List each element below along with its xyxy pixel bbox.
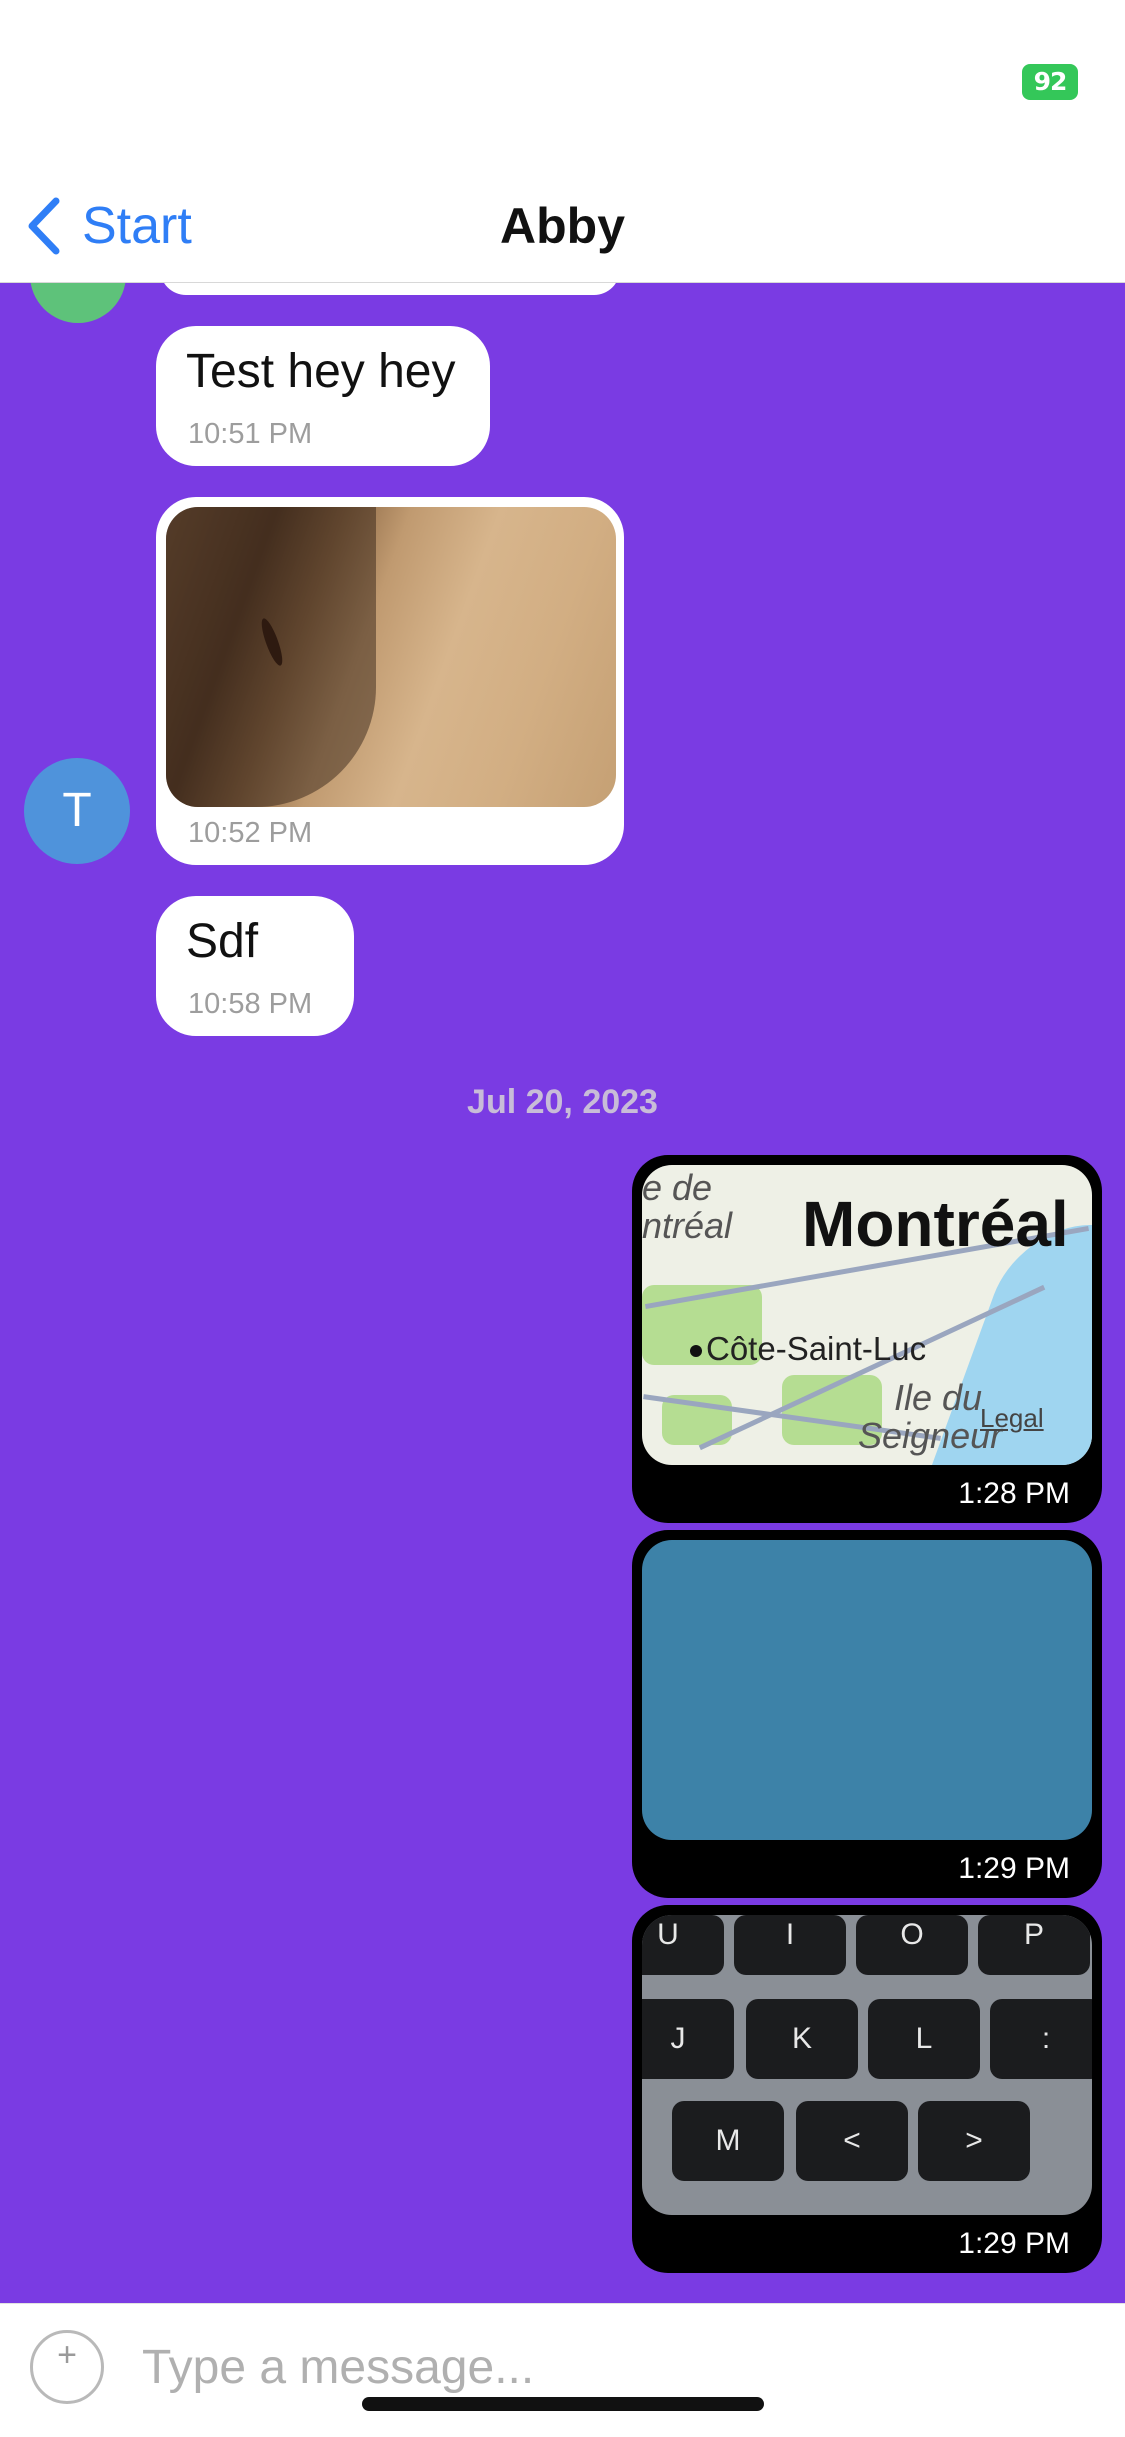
wood-photo[interactable] [166, 507, 616, 807]
plus-icon: + [57, 2336, 77, 2374]
message-time: 1:29 PM [958, 2227, 1070, 2260]
add-attachment-button[interactable]: + [30, 2330, 104, 2404]
keyboard-key: P [978, 1915, 1090, 1975]
photo[interactable] [642, 1540, 1092, 1840]
keyboard-key: U [642, 1915, 724, 1975]
message-time: 10:52 PM [188, 817, 313, 849]
outgoing-photo-bubble[interactable]: 1:29 PM [632, 1530, 1102, 1898]
conversation-title: Abby [500, 198, 625, 254]
home-indicator [362, 2397, 764, 2411]
keyboard-key: : [990, 1999, 1092, 2079]
message-list[interactable]: Test hey hey 10:51 PM 10:52 PM T Sdf 10:… [0, 283, 1125, 2303]
status-bar: 92 [0, 0, 1125, 170]
keyboard-key: < [796, 2101, 908, 2181]
map-label: Ile du [894, 1377, 983, 1418]
keyboard-key: M [672, 2101, 784, 2181]
message-text: Sdf [186, 915, 259, 968]
outgoing-map-bubble[interactable]: e de ntréal Montréal Côte-Saint-Luc Ile … [632, 1155, 1102, 1523]
keyboard-key: J [642, 1999, 734, 2079]
message-time: 1:28 PM [958, 1477, 1070, 1510]
keyboard-key: I [734, 1915, 846, 1975]
avatar[interactable]: T [24, 758, 130, 864]
map-legal-link[interactable]: Legal [980, 1403, 1044, 1434]
map-label: e de [642, 1167, 713, 1208]
map-location-dot [690, 1345, 702, 1357]
map-label: Côte-Saint-Luc [706, 1330, 927, 1367]
outgoing-photo-bubble[interactable]: U I O P J K L : M < > 1:29 PM [632, 1905, 1102, 2273]
message-composer: + [0, 2303, 1125, 2437]
message-time: 10:51 PM [188, 418, 313, 450]
photo-shadow [166, 507, 376, 807]
photo-message-bubble[interactable]: 10:52 PM [156, 497, 624, 865]
message-time: 10:58 PM [188, 988, 313, 1020]
date-separator: Jul 20, 2023 [467, 1083, 658, 1121]
map-label: Montréal [802, 1188, 1069, 1260]
nav-bar: Start Abby [0, 170, 1125, 283]
message-bubble[interactable]: Test hey hey 10:51 PM [156, 326, 490, 466]
map-label: ntréal [642, 1205, 733, 1246]
message-bubble[interactable]: Sdf 10:58 PM [156, 896, 354, 1036]
keyboard-photo[interactable]: U I O P J K L : M < > [642, 1915, 1092, 2215]
keyboard-key: L [868, 1999, 980, 2079]
message-text: Test hey hey [186, 345, 456, 398]
message-time: 1:29 PM [958, 1852, 1070, 1885]
battery-icon: 92 [1022, 64, 1078, 100]
keyboard-key: O [856, 1915, 968, 1975]
keyboard-key: > [918, 2101, 1030, 2181]
keyboard-key: K [746, 1999, 858, 2079]
message-bubble-partial[interactable] [160, 283, 620, 295]
avatar[interactable] [30, 283, 126, 323]
map-snapshot[interactable]: e de ntréal Montréal Côte-Saint-Luc Ile … [642, 1165, 1092, 1465]
